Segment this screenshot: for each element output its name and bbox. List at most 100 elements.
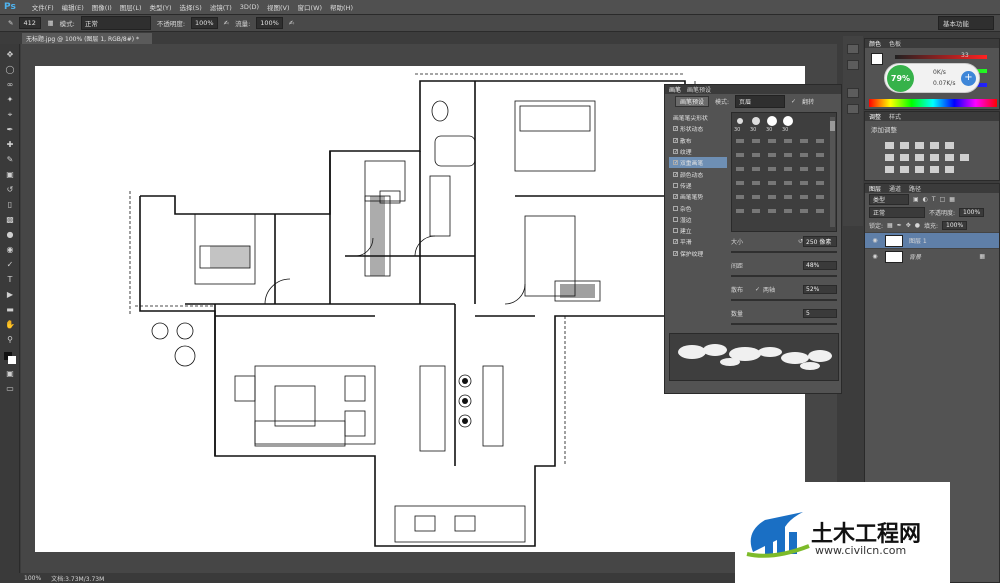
- layer-row[interactable]: ◉ 图层 1: [865, 232, 999, 248]
- checkbox-checked[interactable]: ✓: [673, 171, 678, 177]
- lock-all-icon[interactable]: ●: [915, 222, 920, 229]
- channel-mixer-icon[interactable]: [945, 154, 954, 161]
- brush-size-picker[interactable]: 412: [19, 17, 42, 29]
- layer-name[interactable]: 图层 1: [909, 236, 927, 245]
- menu-filter[interactable]: 滤镜(T): [210, 2, 232, 12]
- history-brush-tool-icon[interactable]: ↺: [4, 185, 16, 195]
- exposure-icon[interactable]: [930, 142, 939, 149]
- shape-tool-icon[interactable]: ▬: [4, 305, 16, 315]
- checkbox-checked[interactable]: ✓: [673, 149, 678, 155]
- brightness-icon[interactable]: [885, 142, 894, 149]
- gradient-map-icon[interactable]: [930, 166, 939, 173]
- photo-filter-icon[interactable]: [930, 154, 939, 161]
- stamp-tool-icon[interactable]: ▣: [4, 170, 16, 180]
- checkbox[interactable]: [673, 216, 678, 222]
- brush-setting-item[interactable]: ✓ 纹理: [669, 146, 727, 157]
- spacing-slider[interactable]: [731, 275, 837, 277]
- history-panel-icon[interactable]: [847, 44, 859, 54]
- brush-setting-item[interactable]: 建立: [669, 225, 727, 236]
- menu-edit[interactable]: 编辑(E): [62, 2, 84, 12]
- marquee-tool-icon[interactable]: ◯: [4, 65, 16, 75]
- tab-brush[interactable]: 画笔: [669, 85, 681, 94]
- eye-icon[interactable]: ◉: [871, 253, 879, 260]
- checkbox[interactable]: [673, 205, 678, 211]
- brush-setting-item-active[interactable]: ✓ 双重画笔: [669, 157, 727, 169]
- brush-tool-icon[interactable]: ✎: [8, 19, 13, 27]
- tab-swatches[interactable]: 色板: [889, 39, 901, 48]
- eraser-tool-icon[interactable]: ▯: [4, 200, 16, 210]
- count-input[interactable]: 5: [803, 308, 837, 318]
- eye-icon[interactable]: ◉: [871, 237, 879, 244]
- brush-setting-item[interactable]: 传递: [669, 180, 727, 191]
- size-input[interactable]: 250 像素: [803, 235, 837, 247]
- checkbox-checked[interactable]: ✓: [673, 137, 678, 143]
- size-slider[interactable]: [731, 251, 837, 253]
- scatter-input[interactable]: 52%: [803, 284, 837, 294]
- color-spectrum[interactable]: [869, 99, 997, 107]
- menu-image[interactable]: 图像(I): [92, 2, 112, 12]
- filter-shape-icon[interactable]: □: [940, 196, 946, 203]
- checkbox-checked[interactable]: ✓: [673, 194, 678, 200]
- selective-color-icon[interactable]: [945, 166, 954, 173]
- crop-tool-icon[interactable]: ⌖: [4, 110, 16, 120]
- gradient-tool-icon[interactable]: ▩: [4, 215, 16, 225]
- posterize-icon[interactable]: [900, 166, 909, 173]
- layer-name[interactable]: 背景: [909, 252, 921, 261]
- checkbox-checked[interactable]: ✓: [673, 160, 678, 166]
- black-white-icon[interactable]: [915, 154, 924, 161]
- quick-select-tool-icon[interactable]: ✦: [4, 95, 16, 105]
- flip-checkbox[interactable]: ✓: [791, 98, 796, 105]
- checkbox[interactable]: [673, 228, 678, 234]
- scatter-slider[interactable]: [731, 299, 837, 301]
- color-balance-icon[interactable]: [900, 154, 909, 161]
- blend-mode-select[interactable]: 正常: [869, 207, 925, 218]
- red-value[interactable]: 33: [961, 52, 969, 59]
- menu-file[interactable]: 文件(F): [32, 2, 54, 12]
- mode-select[interactable]: 正常: [80, 16, 151, 30]
- count-slider[interactable]: [731, 323, 837, 325]
- opacity-input[interactable]: 100%: [191, 17, 218, 29]
- zoom-level[interactable]: 100%: [24, 575, 41, 582]
- layer-opacity-input[interactable]: 100%: [959, 208, 985, 217]
- brush-mode-select[interactable]: 页眉: [735, 94, 786, 108]
- red-slider[interactable]: [895, 55, 987, 59]
- eyedropper-tool-icon[interactable]: ✒: [4, 125, 16, 135]
- invert-icon[interactable]: [885, 166, 894, 173]
- tab-layers[interactable]: 图层: [869, 184, 881, 193]
- menu-view[interactable]: 视图(V): [267, 2, 290, 12]
- tab-brush-presets[interactable]: 画笔预设: [687, 85, 711, 94]
- pen-tool-icon[interactable]: ✓: [4, 260, 16, 270]
- color-lookup-icon[interactable]: [960, 154, 969, 161]
- lock-position-icon[interactable]: ✥: [906, 222, 911, 229]
- lock-transparent-icon[interactable]: ▦: [887, 222, 893, 229]
- vibrance-icon[interactable]: [945, 142, 954, 149]
- widget-plus-button[interactable]: +: [961, 71, 976, 86]
- healing-tool-icon[interactable]: ✚: [4, 140, 16, 150]
- menu-window[interactable]: 窗口(W): [298, 2, 323, 12]
- checkbox-checked[interactable]: ✓: [673, 239, 678, 245]
- brush-panel-icon[interactable]: [847, 88, 859, 98]
- type-tool-icon[interactable]: T: [4, 275, 16, 285]
- tab-paths[interactable]: 路径: [909, 184, 921, 193]
- foreground-color-chip[interactable]: [871, 53, 883, 65]
- brush-setting-item[interactable]: ✓ 形状动态: [669, 123, 727, 134]
- dodge-tool-icon[interactable]: ◉: [4, 245, 16, 255]
- clone-source-panel-icon[interactable]: [847, 104, 859, 114]
- levels-icon[interactable]: [900, 142, 909, 149]
- background-color-swatch[interactable]: [8, 356, 16, 364]
- brush-setting-item[interactable]: ✓ 保护纹理: [669, 248, 727, 259]
- both-axes-checkbox[interactable]: ✓: [755, 286, 760, 293]
- layer-filter-select[interactable]: 类型: [869, 194, 909, 205]
- filter-smart-icon[interactable]: ▦: [949, 196, 955, 203]
- curves-icon[interactable]: [915, 142, 924, 149]
- menu-type[interactable]: 类型(Y): [150, 2, 172, 12]
- lock-image-icon[interactable]: ✒: [897, 222, 902, 229]
- filter-pixel-icon[interactable]: ▣: [913, 196, 919, 203]
- screen-mode-icon[interactable]: ▭: [4, 384, 16, 394]
- spacing-input[interactable]: 48%: [803, 260, 837, 270]
- brush-setting-item[interactable]: ✓ 颜色动态: [669, 168, 727, 179]
- move-tool-icon[interactable]: ✥: [4, 50, 16, 60]
- menu-layer[interactable]: 图层(L): [120, 2, 142, 12]
- filter-adjust-icon[interactable]: ◐: [923, 196, 928, 203]
- menu-help[interactable]: 帮助(H): [330, 2, 353, 12]
